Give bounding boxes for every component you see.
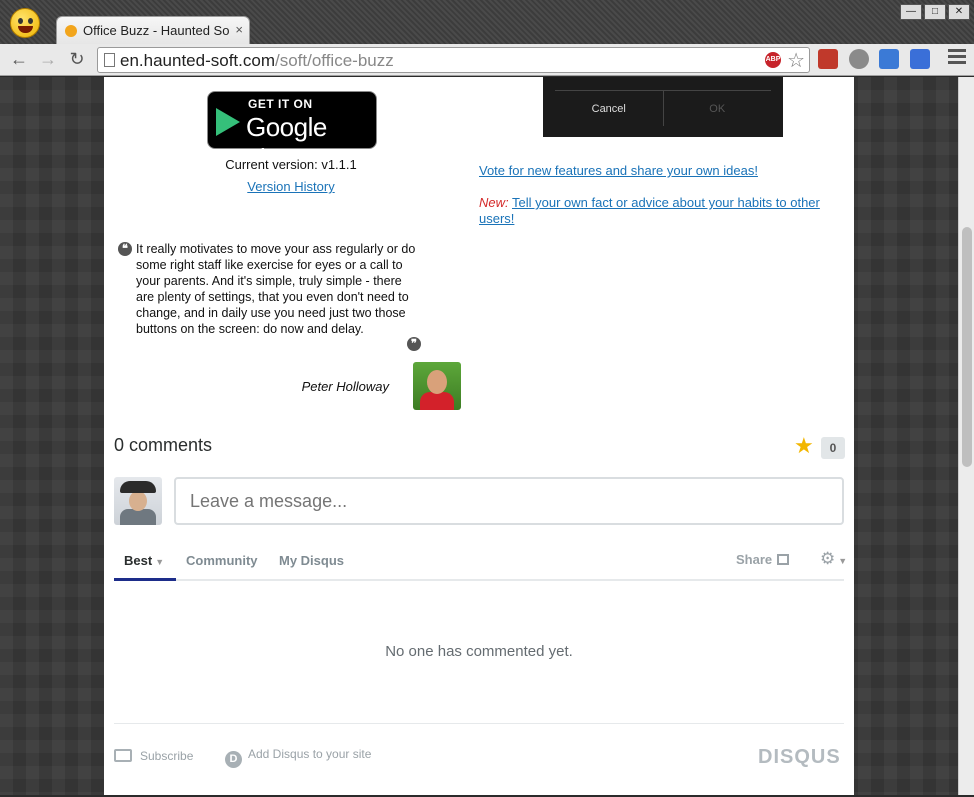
vote-features-link[interactable]: Vote for new features and share your own… xyxy=(479,163,758,178)
back-icon[interactable]: ← xyxy=(8,48,30,70)
page-content: GET IT ON Google play Current version: v… xyxy=(104,77,854,795)
dialog-button-row: Cancel OK xyxy=(555,90,771,126)
play-triangle-icon xyxy=(216,108,240,136)
close-window-button[interactable]: ✕ xyxy=(948,4,970,20)
browser-titlebar: Office Buzz - Haunted So × — □ ✕ xyxy=(0,0,974,44)
dialog-cancel-button: Cancel xyxy=(591,103,626,115)
browser-logo-icon xyxy=(10,8,40,38)
browser-menu-icon[interactable] xyxy=(948,49,966,67)
comment-input[interactable] xyxy=(174,477,844,525)
tab-title: Office Buzz - Haunted So xyxy=(83,23,230,38)
subscribe-link[interactable]: Subscribe xyxy=(114,749,193,763)
chevron-down-icon: ▼ xyxy=(155,557,165,567)
share-icon xyxy=(777,554,790,565)
browser-toolbar: ← → ↻ en.haunted-soft.com/soft/office-bu… xyxy=(0,44,974,76)
page-scrollbar[interactable] xyxy=(958,77,974,795)
add-disqus-label: Add Disqus to your site xyxy=(248,747,372,761)
testimonial-author: Peter Holloway xyxy=(301,379,389,394)
tab-my-disqus[interactable]: My Disqus xyxy=(279,553,344,568)
window-controls: — □ ✕ xyxy=(900,4,970,20)
empty-comments-message: No one has commented yet. xyxy=(385,643,573,660)
extension-pocket-icon[interactable] xyxy=(849,49,869,69)
new-tag: New: xyxy=(479,195,509,210)
new-fact-line: New: Tell your own fact or advice about … xyxy=(479,195,849,227)
url-host: en.haunted-soft.com xyxy=(120,51,275,70)
add-disqus-link[interactable]: D Add Disqus to your site xyxy=(225,747,371,768)
subscribe-label: Subscribe xyxy=(140,749,194,763)
reload-icon[interactable]: ↻ xyxy=(66,48,88,70)
disqus-d-icon: D xyxy=(225,751,242,768)
tab-community[interactable]: Community xyxy=(186,553,258,568)
extension-google-icon[interactable] xyxy=(910,49,930,69)
google-play-badge[interactable]: GET IT ON Google play xyxy=(207,91,377,173)
quote-open-icon: ❝ xyxy=(118,242,132,256)
settings-gear-icon[interactable]: ⚙ ▼ xyxy=(820,549,847,569)
share-label: Share xyxy=(736,552,773,567)
gplay-get-label: GET IT ON xyxy=(248,97,313,111)
tab-close-icon[interactable]: × xyxy=(235,22,243,37)
minimize-button[interactable]: — xyxy=(900,4,922,20)
url-path: /soft/office-buzz xyxy=(274,51,394,70)
extension-bookmark-icon[interactable] xyxy=(818,49,838,69)
footer-divider xyxy=(114,723,844,724)
browser-tab[interactable]: Office Buzz - Haunted So × xyxy=(56,16,250,44)
dialog-ok-button: OK xyxy=(662,91,772,126)
forward-icon[interactable]: → xyxy=(37,48,59,70)
author-avatar xyxy=(413,362,461,410)
tab-best-label: Best xyxy=(124,553,153,568)
version-history-link[interactable]: Version History xyxy=(104,179,478,194)
maximize-button[interactable]: □ xyxy=(924,4,946,20)
share-button[interactable]: Share xyxy=(736,552,790,567)
adblock-icon[interactable]: ABP xyxy=(765,52,781,68)
user-avatar[interactable] xyxy=(114,477,162,525)
quote-close-icon: ❞ xyxy=(407,337,421,351)
app-screenshot: Cancel OK xyxy=(543,77,783,137)
mail-icon xyxy=(114,749,132,762)
bookmark-star-icon[interactable]: ☆ xyxy=(787,48,805,73)
address-bar[interactable]: en.haunted-soft.com/soft/office-buzz ABP… xyxy=(97,47,810,73)
extension-translate-icon[interactable] xyxy=(879,49,899,69)
page-icon xyxy=(104,53,115,67)
disqus-tabs: Best ▼ Community My Disqus Share ⚙ ▼ xyxy=(114,541,847,581)
recommend-count: 0 xyxy=(821,437,845,459)
testimonial-text: It really motivates to move your ass reg… xyxy=(136,242,416,336)
page-viewport: GET IT ON Google play Current version: v… xyxy=(0,77,958,795)
comments-count: 0 comments xyxy=(114,435,213,455)
recommend-star-icon[interactable]: ★ xyxy=(794,433,814,459)
disqus-logo[interactable]: DISQUS xyxy=(758,746,841,769)
active-tab-indicator xyxy=(114,578,176,581)
tell-fact-link[interactable]: Tell your own fact or advice about your … xyxy=(479,195,820,226)
tab-favicon-icon xyxy=(65,25,77,37)
tab-best[interactable]: Best ▼ xyxy=(124,553,164,568)
current-version: Current version: v1.1.1 xyxy=(225,157,357,172)
scrollbar-thumb[interactable] xyxy=(962,227,972,467)
